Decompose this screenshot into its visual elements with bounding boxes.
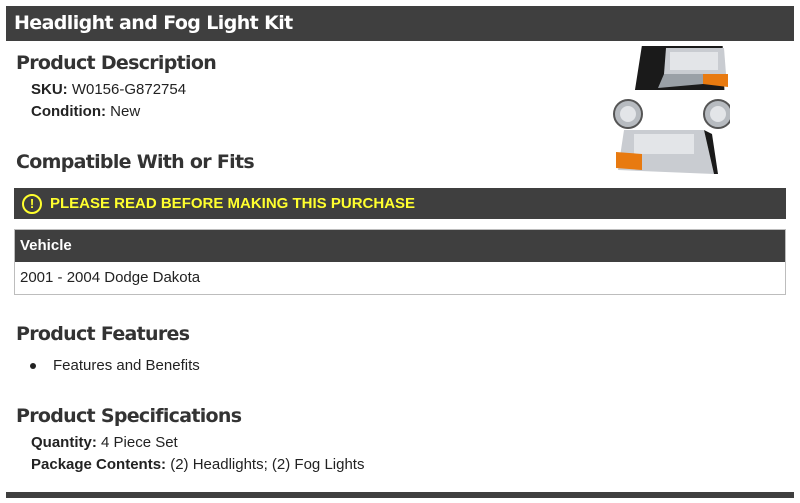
product-specifications-heading: Product Specifications bbox=[16, 405, 242, 427]
bottom-divider bbox=[6, 492, 794, 498]
vehicle-column-header: Vehicle bbox=[15, 230, 785, 262]
quantity-row: Quantity: 4 Piece Set bbox=[31, 434, 178, 451]
compatibility-heading: Compatible With or Fits bbox=[16, 151, 255, 173]
fog-light-right-image bbox=[703, 99, 730, 129]
notice-text: PLEASE READ BEFORE MAKING THIS PURCHASE bbox=[50, 195, 416, 212]
vehicle-table: Vehicle 2001 - 2004 Dodge Dakota bbox=[14, 229, 786, 295]
product-image bbox=[613, 46, 730, 174]
condition-row: Condition: New bbox=[31, 103, 140, 120]
page-title: Headlight and Fog Light Kit bbox=[14, 12, 293, 34]
package-contents-value: (2) Headlights; (2) Fog Lights bbox=[170, 456, 365, 473]
quantity-value: 4 Piece Set bbox=[101, 434, 178, 451]
table-row: 2001 - 2004 Dodge Dakota bbox=[20, 269, 201, 286]
condition-value: New bbox=[110, 103, 141, 120]
warning-icon: ! bbox=[22, 193, 42, 214]
headlight-bottom-image bbox=[616, 130, 718, 174]
sku-row: SKU: W0156-G872754 bbox=[31, 81, 186, 98]
quantity-label: Quantity: bbox=[31, 434, 97, 451]
package-contents-label: Package Contents: bbox=[31, 456, 167, 473]
package-contents-row: Package Contents: (2) Headlights; (2) Fo… bbox=[31, 456, 364, 473]
page-title-bar: Headlight and Fog Light Kit bbox=[6, 6, 794, 41]
bullet-icon bbox=[30, 362, 36, 369]
feature-text: Features and Benefits bbox=[53, 357, 200, 374]
condition-label: Condition: bbox=[31, 103, 106, 120]
fog-light-left-image bbox=[613, 99, 643, 129]
purchase-notice: ! PLEASE READ BEFORE MAKING THIS PURCHAS… bbox=[14, 188, 786, 219]
headlight-top-image bbox=[634, 46, 728, 90]
list-item: Features and Benefits bbox=[30, 357, 200, 374]
sku-value: W0156-G872754 bbox=[71, 81, 187, 98]
sku-label: SKU: bbox=[31, 81, 68, 98]
product-description-heading: Product Description bbox=[16, 52, 217, 74]
product-features-heading: Product Features bbox=[16, 323, 190, 345]
